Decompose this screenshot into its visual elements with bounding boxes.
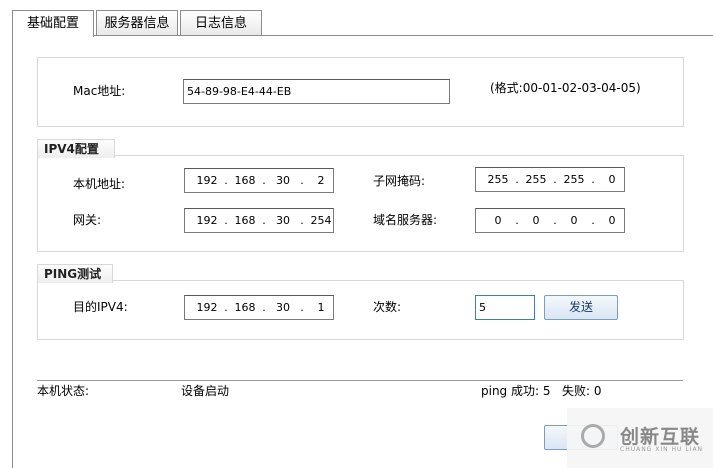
target-octet-3: 30 — [276, 301, 290, 314]
subnet-mask-input[interactable]: 255. 255. 255. 0 — [475, 167, 625, 192]
dns-octet-4: 0 — [608, 214, 616, 227]
gateway-input[interactable]: 192. 168. 30. 254 — [184, 208, 334, 233]
ip-dot: . — [300, 214, 304, 227]
tab-log-info[interactable]: 日志信息 — [180, 10, 262, 35]
target-octet-4: 1 — [317, 301, 325, 314]
local-ip-octet-3: 30 — [276, 174, 290, 187]
count-value: 5 — [479, 301, 486, 314]
tab-server-info[interactable]: 服务器信息 — [96, 10, 178, 35]
ip-dot: . — [262, 301, 266, 314]
count-input[interactable]: 5 — [475, 295, 535, 320]
panel-border-left — [12, 35, 13, 468]
gateway-octet-1: 192 — [196, 214, 218, 227]
dns-octet-3: 0 — [570, 214, 578, 227]
mask-octet-3: 255 — [563, 173, 585, 186]
tab-basic-config[interactable]: 基础配置 — [12, 10, 94, 37]
ip-dot: . — [591, 173, 595, 186]
ip-dot: . — [262, 214, 266, 227]
gateway-label: 网关: — [73, 213, 102, 227]
mac-format-hint: (格式:00-01-02-03-04-05) — [490, 81, 641, 95]
target-ipv4-label: 目的IPV4: — [73, 300, 128, 314]
mac-address-input[interactable]: 54-89-98-E4-44-EB — [183, 79, 450, 104]
ping-success-count: ping 成功: 5 — [481, 384, 551, 398]
subnet-mask-label: 子网掩码: — [373, 174, 426, 188]
target-octet-2: 168 — [234, 301, 256, 314]
dns-octet-2: 0 — [532, 214, 540, 227]
ip-dot: . — [300, 174, 304, 187]
local-ip-octet-4: 2 — [317, 174, 325, 187]
local-ip-octet-2: 168 — [234, 174, 256, 187]
dns-server-label: 域名服务器: — [373, 213, 438, 227]
target-octet-1: 192 — [196, 301, 218, 314]
local-ip-octet-1: 192 — [196, 174, 218, 187]
mac-address-value: 54-89-98-E4-44-EB — [187, 85, 292, 98]
device-status-value: 设备启动 — [181, 384, 230, 398]
ip-dot: . — [515, 173, 519, 186]
ip-dot: . — [224, 301, 228, 314]
gateway-octet-4: 254 — [310, 214, 332, 227]
ip-dot: . — [300, 301, 304, 314]
watermark-subtext: CHUANG XIN HU LIAN — [620, 446, 704, 453]
target-ipv4-input[interactable]: 192. 168. 30. 1 — [184, 295, 334, 320]
count-label: 次数: — [373, 300, 402, 314]
gateway-octet-2: 168 — [234, 214, 256, 227]
watermark-logo-icon — [581, 424, 605, 448]
ip-dot: . — [553, 173, 557, 186]
mask-octet-4: 0 — [608, 173, 616, 186]
ip-dot: . — [224, 174, 228, 187]
dns-server-input[interactable]: 0. 0. 0. 0 — [475, 208, 625, 233]
mac-label: Mac地址: — [73, 84, 126, 98]
tab-baseline — [12, 35, 713, 36]
ip-dot: . — [262, 174, 266, 187]
mask-octet-2: 255 — [525, 173, 547, 186]
ping-fail-count: 失败: 0 — [562, 384, 602, 398]
ip-dot: . — [553, 214, 557, 227]
ipv4-group-title: IPV4配置 — [37, 139, 115, 158]
send-button[interactable]: 发送 — [544, 295, 618, 320]
ip-dot: . — [515, 214, 519, 227]
mask-octet-1: 255 — [487, 173, 509, 186]
watermark-text: 创新互联 — [620, 426, 701, 448]
ip-dot: . — [224, 214, 228, 227]
device-status-label: 本机状态: — [37, 384, 90, 398]
ip-dot: . — [591, 214, 595, 227]
local-address-label: 本机地址: — [73, 177, 126, 191]
gateway-octet-3: 30 — [276, 214, 290, 227]
ping-group-title: PING测试 — [37, 264, 113, 283]
local-address-input[interactable]: 192. 168. 30. 2 — [184, 168, 334, 193]
dns-octet-1: 0 — [494, 214, 502, 227]
status-separator — [37, 380, 683, 381]
